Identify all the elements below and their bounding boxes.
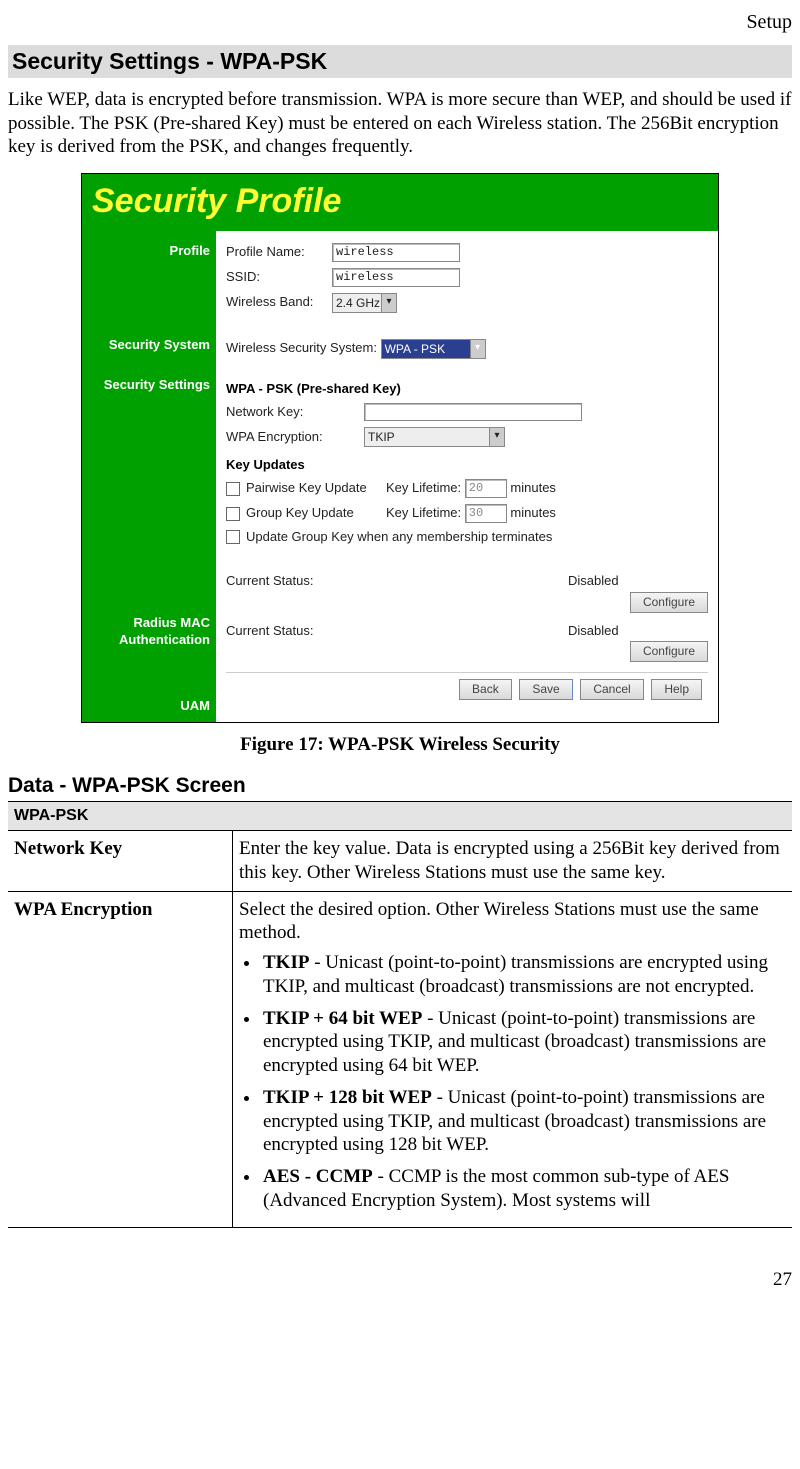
sidebar-profile: Profile xyxy=(82,243,210,259)
key-updates-heading: Key Updates xyxy=(226,457,708,473)
chevron-down-icon: ▾ xyxy=(470,340,485,358)
table-group-wpa-psk: WPA-PSK xyxy=(8,802,792,831)
opt-tkip64: TKIP + 64 bit WEP - Unicast (point-to-po… xyxy=(261,1007,786,1078)
figure-caption: Figure 17: WPA-PSK Wireless Security xyxy=(8,733,792,757)
wss-label: Wireless Security System: xyxy=(226,340,377,356)
uam-status-value: Disabled xyxy=(568,623,708,639)
opt-tkip128: TKIP + 128 bit WEP - Unicast (point-to-p… xyxy=(261,1086,786,1157)
data-table: WPA-PSK Network Key Enter the key value.… xyxy=(8,801,792,1228)
group-label: Group Key Update xyxy=(246,505,386,521)
psk-heading: WPA - PSK (Pre-shared Key) xyxy=(226,381,708,397)
uam-configure-button[interactable]: Configure xyxy=(630,641,708,662)
pairwise-label: Pairwise Key Update xyxy=(246,480,386,496)
wpa-enc-intro: Select the desired option. Other Wireles… xyxy=(239,899,759,944)
sidebar-security-system: Security System xyxy=(82,337,210,353)
ssid-input[interactable]: wireless xyxy=(332,268,460,287)
chapter-header: Setup xyxy=(8,6,792,35)
sidebar-uam: UAM xyxy=(82,698,210,714)
cancel-button[interactable]: Cancel xyxy=(580,679,643,700)
row-network-key-label: Network Key xyxy=(8,831,233,892)
ssid-label: SSID: xyxy=(226,269,332,285)
pairwise-lifetime-input[interactable]: 20 xyxy=(465,479,507,498)
radius-status-label: Current Status: xyxy=(226,573,568,589)
opt-aes: AES - CCMP - CCMP is the most common sub… xyxy=(261,1165,786,1213)
chevron-down-icon: ▾ xyxy=(489,428,504,446)
update-group-terminate-checkbox[interactable] xyxy=(226,530,240,544)
minutes-label-2: minutes xyxy=(510,505,556,521)
page-number: 27 xyxy=(8,1268,792,1292)
back-button[interactable]: Back xyxy=(459,679,512,700)
minutes-label-1: minutes xyxy=(510,480,556,496)
network-key-label: Network Key: xyxy=(226,404,364,420)
network-key-input[interactable] xyxy=(364,403,582,421)
radius-status-value: Disabled xyxy=(568,573,708,589)
wpa-enc-select[interactable]: TKIP▾ xyxy=(364,427,505,447)
key-lifetime-label-1: Key Lifetime: xyxy=(386,480,461,496)
section-title: Security Settings - WPA-PSK xyxy=(8,45,792,78)
row-wpa-enc-desc: Select the desired option. Other Wireles… xyxy=(233,891,793,1227)
key-lifetime-label-2: Key Lifetime: xyxy=(386,505,461,521)
profile-name-input[interactable]: wireless xyxy=(332,243,460,262)
radius-configure-button[interactable]: Configure xyxy=(630,592,708,613)
opt-tkip: TKIP - Unicast (point-to-point) transmis… xyxy=(261,951,786,999)
sidebar-security-settings: Security Settings xyxy=(82,377,210,393)
group-lifetime-input[interactable]: 30 xyxy=(465,504,507,523)
sidebar-radius: Radius MAC Authentication xyxy=(82,615,210,648)
intro-paragraph: Like WEP, data is encrypted before trans… xyxy=(8,88,792,159)
profile-name-label: Profile Name: xyxy=(226,244,332,260)
wss-select[interactable]: WPA - PSK▾ xyxy=(381,339,486,359)
wpa-enc-label: WPA Encryption: xyxy=(226,429,364,445)
screenshot-banner-text: Security Profile xyxy=(92,182,341,220)
help-button[interactable]: Help xyxy=(651,679,702,700)
band-label: Wireless Band: xyxy=(226,294,332,310)
row-network-key-desc: Enter the key value. Data is encrypted u… xyxy=(233,831,793,892)
row-wpa-enc-label: WPA Encryption xyxy=(8,891,233,1227)
update-group-terminate-label: Update Group Key when any membership ter… xyxy=(246,529,552,545)
pairwise-checkbox[interactable] xyxy=(226,482,240,496)
band-select[interactable]: 2.4 GHz▾ xyxy=(332,293,397,313)
screenshot-panel: Security Profile Profile Security System… xyxy=(81,173,719,723)
save-button[interactable]: Save xyxy=(519,679,572,700)
group-checkbox[interactable] xyxy=(226,507,240,521)
screenshot-banner: Security Profile xyxy=(82,174,718,231)
uam-status-label: Current Status: xyxy=(226,623,568,639)
chevron-down-icon: ▾ xyxy=(381,294,396,312)
data-section-heading: Data - WPA-PSK Screen xyxy=(8,773,792,799)
